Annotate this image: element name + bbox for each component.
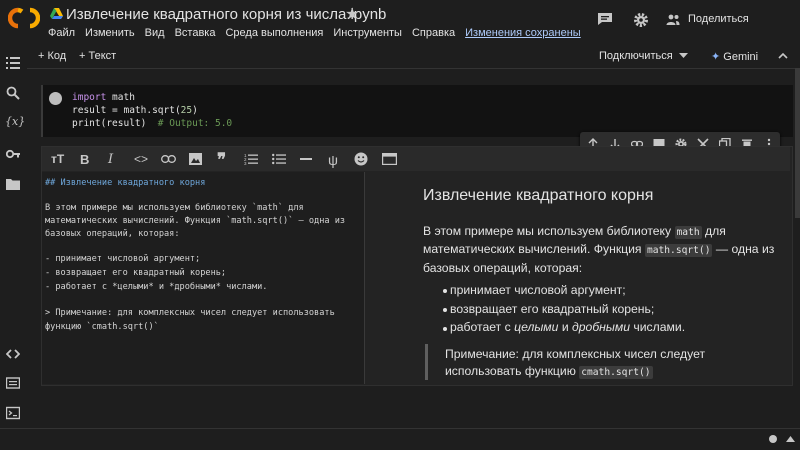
menu-file[interactable]: Файл <box>48 27 75 39</box>
preview-text: В этом примере мы используем библиотеку <box>423 224 672 238</box>
preview-quote-line: Примечание: для комплексных чисел следуе… <box>445 347 706 361</box>
code-keyword: import <box>72 92 107 103</box>
share-button[interactable]: Поделиться <box>666 9 749 29</box>
menu-help[interactable]: Справка <box>412 27 455 39</box>
table-of-contents-icon[interactable] <box>6 56 20 70</box>
status-bar <box>0 428 800 450</box>
preview-text: использовать функцию <box>445 364 576 378</box>
preview-paragraph-line: математических вычислений. Функция math.… <box>423 242 775 257</box>
key-icon[interactable] <box>6 147 20 161</box>
bold-icon[interactable]: B <box>80 152 89 167</box>
italic-icon[interactable]: I <box>108 152 113 167</box>
variables-icon[interactable]: {x} <box>5 115 25 129</box>
code-line[interactable]: import math <box>72 91 135 104</box>
search-icon[interactable] <box>6 86 20 100</box>
preview-heading: Извлечение квадратного корня <box>423 187 654 204</box>
md-line: - принимает числовой аргумент; <box>45 254 201 264</box>
editor-preview-divider[interactable] <box>364 172 365 384</box>
comment-icon[interactable] <box>597 12 613 26</box>
gear-icon[interactable] <box>633 12 649 28</box>
blockquote-bar <box>425 344 428 380</box>
code-line[interactable]: print(result) # Output: 5.0 <box>72 117 232 130</box>
preview-italic: целыми <box>514 320 559 334</box>
status-dot-icon[interactable] <box>769 435 777 443</box>
connect-button[interactable]: Подключиться <box>599 50 673 62</box>
left-sidebar: {x} <box>0 44 27 449</box>
share-label: Поделиться <box>688 13 749 25</box>
menu-insert[interactable]: Вставка <box>175 27 216 39</box>
insert-link-icon[interactable] <box>161 155 176 163</box>
md-line: функцию `cmath.sqrt()` <box>45 322 159 332</box>
terminal-icon[interactable] <box>6 406 20 420</box>
menu-view[interactable]: Вид <box>145 27 165 39</box>
preview-text: работает с <box>450 320 511 334</box>
inline-code: cmath.sqrt() <box>579 366 653 379</box>
saved-status[interactable]: Изменения сохранены <box>465 27 581 39</box>
preview-bullet: работает с целыми и дробными числами. <box>450 320 685 334</box>
bullet-icon <box>443 327 447 331</box>
menu-runtime[interactable]: Среда выполнения <box>225 27 323 39</box>
emoji-icon[interactable] <box>354 152 368 166</box>
preview-paragraph-line: базовых операций, которая: <box>423 261 583 275</box>
chevron-up-icon[interactable] <box>786 436 795 442</box>
chevron-down-icon[interactable] <box>679 53 688 59</box>
numbered-list-icon[interactable]: 123 <box>244 153 258 165</box>
sparkle-icon: ✦ <box>711 51 721 63</box>
inline-code: math.sqrt() <box>644 244 713 257</box>
md-line: - возвращает его квадратный корень; <box>45 268 227 278</box>
scrollbar[interactable] <box>795 68 800 218</box>
md-line: ## Извлечение квадратного корня <box>45 178 206 188</box>
gemini-button[interactable]: ✦ Gemini <box>711 50 758 63</box>
preview-bullet: возвращает его квадратный корень; <box>450 302 655 316</box>
bullet-icon <box>443 289 447 293</box>
folder-icon[interactable] <box>6 177 20 191</box>
code-line[interactable]: result = math.sqrt(25) <box>72 104 198 117</box>
chevron-up-icon[interactable] <box>778 52 788 59</box>
menu-edit[interactable]: Изменить <box>85 27 135 39</box>
md-line: базовых операций, которая: <box>45 229 180 239</box>
people-icon <box>666 14 680 25</box>
horizontal-rule-icon[interactable] <box>300 158 312 160</box>
bulleted-list-icon[interactable] <box>272 153 286 165</box>
md-line: математических вычислений. Функция `math… <box>45 216 346 226</box>
code-icon[interactable]: <> <box>134 152 148 166</box>
md-line: - работает с *целыми* и *дробными* числа… <box>45 282 268 292</box>
menubar: Файл Изменить Вид Вставка Среда выполнен… <box>48 27 591 39</box>
colab-logo[interactable] <box>8 7 40 29</box>
code-number: 25 <box>180 105 193 116</box>
drive-icon <box>50 8 63 19</box>
add-text-button[interactable]: + Текст <box>79 50 116 62</box>
preview-paragraph-line: В этом примере мы используем библиотеку … <box>423 224 726 239</box>
code-snippets-icon[interactable] <box>6 347 20 361</box>
code-line-1-rest: math <box>106 92 135 103</box>
preview-quote-line: использовать функцию cmath.sqrt() <box>445 364 653 379</box>
preview-text: и <box>561 320 569 334</box>
formatting-toolbar <box>42 147 790 171</box>
latex-icon[interactable]: ψ <box>328 152 338 168</box>
svg-text:3: 3 <box>244 161 247 165</box>
run-cell-button[interactable] <box>49 92 62 105</box>
preview-bullet: принимает числовой аргумент; <box>450 283 626 297</box>
quote-icon[interactable]: ❞ <box>217 150 226 170</box>
preview-text: числами. <box>633 320 686 334</box>
image-icon[interactable] <box>189 153 202 165</box>
preview-toggle-icon[interactable] <box>382 153 397 165</box>
preview-text: — одна из <box>715 242 775 256</box>
md-line: В этом примере мы используем библиотеку … <box>45 203 304 213</box>
command-palette-icon[interactable] <box>6 376 20 390</box>
menu-tools[interactable]: Инструменты <box>333 27 402 39</box>
gemini-label: Gemini <box>723 51 759 63</box>
add-code-button[interactable]: + Код <box>38 50 66 62</box>
preview-text: математических вычислений. Функция <box>423 242 642 256</box>
star-icon[interactable]: ★ <box>345 4 359 24</box>
preview-text: для <box>705 224 726 238</box>
notebook-title[interactable]: Извлечение квадратного корня из числа.ip… <box>66 6 386 23</box>
md-line: > Примечание: для комплексных чисел след… <box>45 308 335 318</box>
inline-code: math <box>674 226 702 239</box>
code-comment: # Output: 5.0 <box>157 118 233 129</box>
preview-italic: дробными <box>572 320 630 334</box>
text-size-icon[interactable]: тT <box>51 152 64 166</box>
bullet-icon <box>443 308 447 312</box>
